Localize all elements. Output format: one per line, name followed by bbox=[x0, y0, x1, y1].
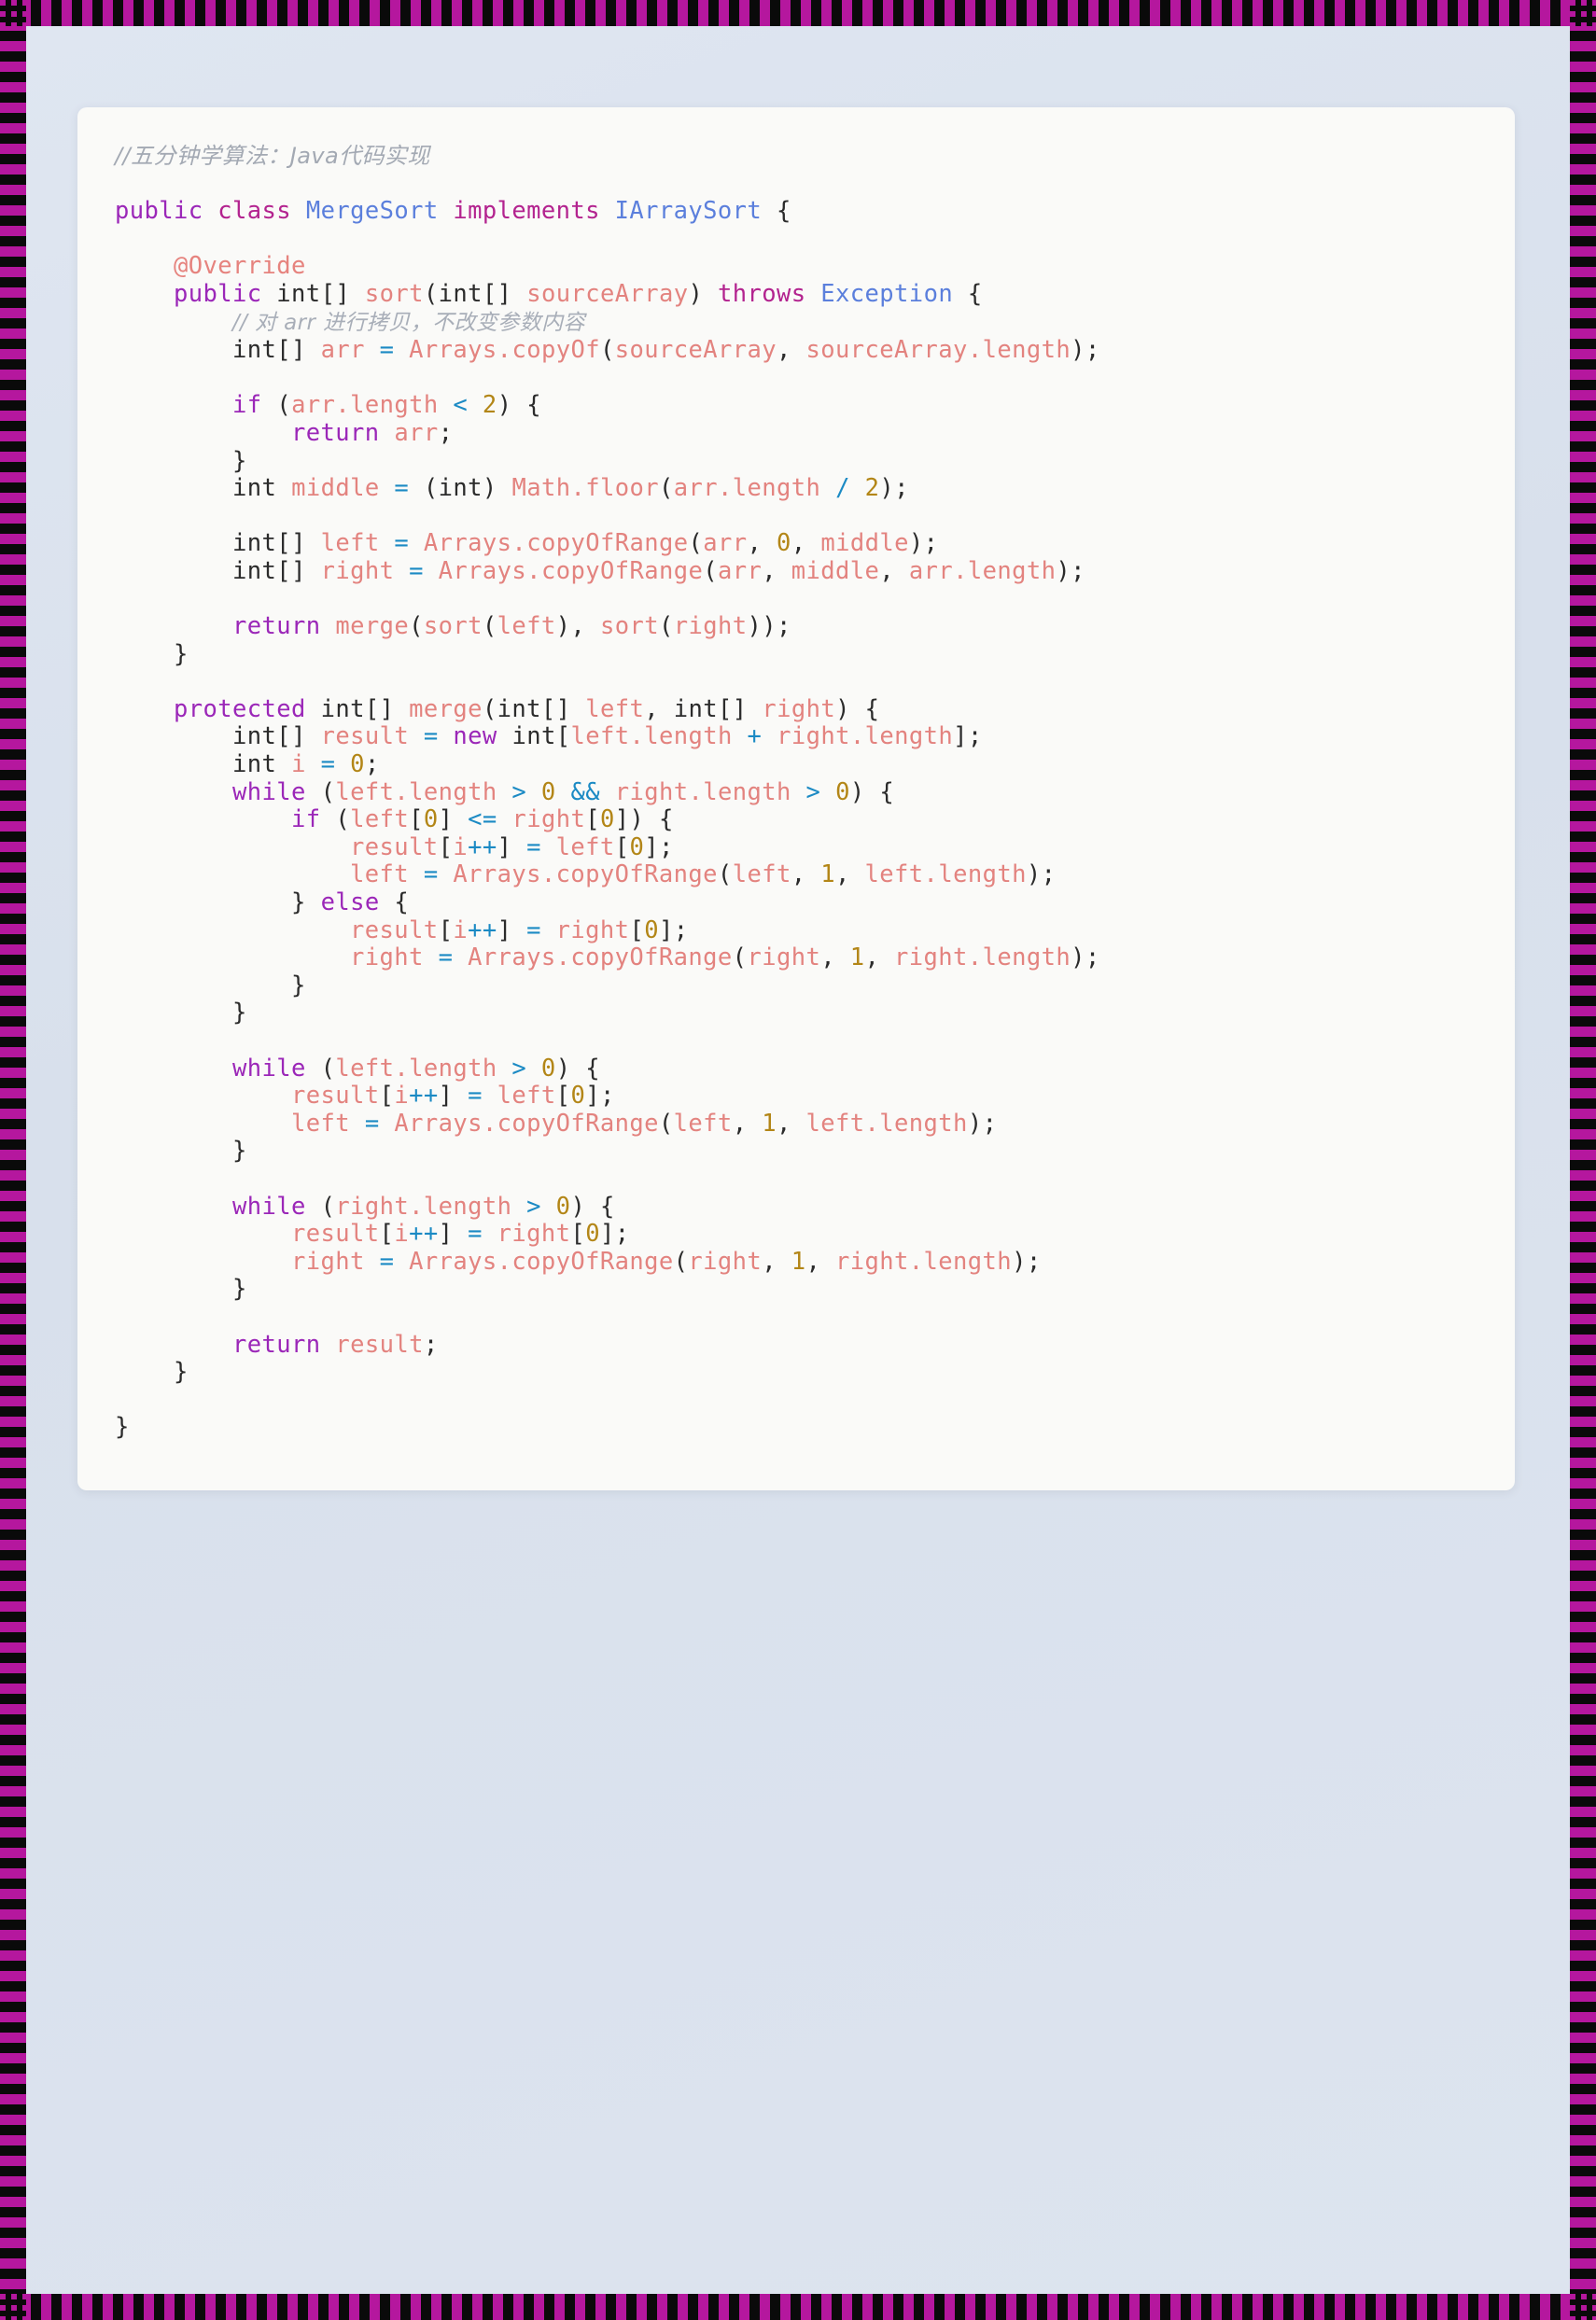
frame-stripe-bottom bbox=[0, 2294, 1596, 2320]
java-code-block: //五分钟学算法：Java代码实现 public class MergeSort… bbox=[115, 143, 1100, 1442]
page-canvas: //五分钟学算法：Java代码实现 public class MergeSort… bbox=[26, 26, 1570, 2294]
frame-corner-bottom-left bbox=[0, 2294, 26, 2320]
frame-stripe-right bbox=[1570, 0, 1596, 2320]
code-snippet-card: //五分钟学算法：Java代码实现 public class MergeSort… bbox=[77, 107, 1515, 1490]
frame-corner-bottom-right bbox=[1570, 2294, 1596, 2320]
frame-corner-top-right bbox=[1570, 0, 1596, 26]
frame-corner-top-left bbox=[0, 0, 26, 26]
frame-stripe-top bbox=[0, 0, 1596, 26]
frame-stripe-left bbox=[0, 0, 26, 2320]
